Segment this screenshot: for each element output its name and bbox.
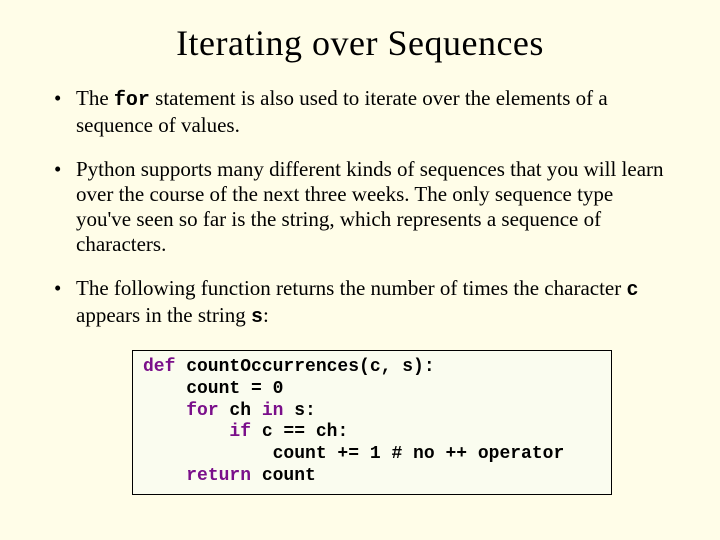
code-l6-indent [143, 466, 186, 486]
bullet-1-code-for: for [114, 89, 150, 112]
kw-for: for [186, 401, 218, 421]
bullet-3-text-a: The following function returns the numbe… [76, 276, 626, 300]
code-block: def countOccurrences(c, s): count = 0 fo… [132, 350, 612, 496]
code-l4-end: c == ch: [251, 422, 348, 442]
bullet-2-text: Python supports many different kinds of … [76, 157, 664, 255]
slide-title: Iterating over Sequences [48, 22, 672, 64]
code-l3-indent [143, 401, 186, 421]
kw-return: return [186, 466, 251, 486]
kw-def: def [143, 357, 175, 377]
code-l4-indent [143, 422, 229, 442]
bullet-1: The for statement is also used to iterat… [48, 86, 672, 137]
code-l5: count += 1 # no ++ operator [143, 444, 564, 464]
slide: Iterating over Sequences The for stateme… [0, 0, 720, 540]
bullet-3: The following function returns the numbe… [48, 276, 672, 329]
code-l3-end: s: [283, 401, 315, 421]
bullet-1-text-b: statement is also used to iterate over t… [76, 86, 608, 137]
bullet-3-code-c: c [626, 279, 638, 302]
bullet-3-text-b: appears in the string [76, 303, 251, 327]
bullet-2: Python supports many different kinds of … [48, 157, 672, 256]
code-l1-rest: countOccurrences(c, s): [175, 357, 434, 377]
code-l3-mid: ch [219, 401, 262, 421]
bullet-1-text-a: The [76, 86, 114, 110]
kw-if: if [229, 422, 251, 442]
bullet-list: The for statement is also used to iterat… [48, 86, 672, 330]
code-l2: count = 0 [143, 379, 283, 399]
bullet-3-text-c: : [263, 303, 269, 327]
code-l6-end: count [251, 466, 316, 486]
kw-in: in [262, 401, 284, 421]
bullet-3-code-s: s [251, 306, 263, 329]
